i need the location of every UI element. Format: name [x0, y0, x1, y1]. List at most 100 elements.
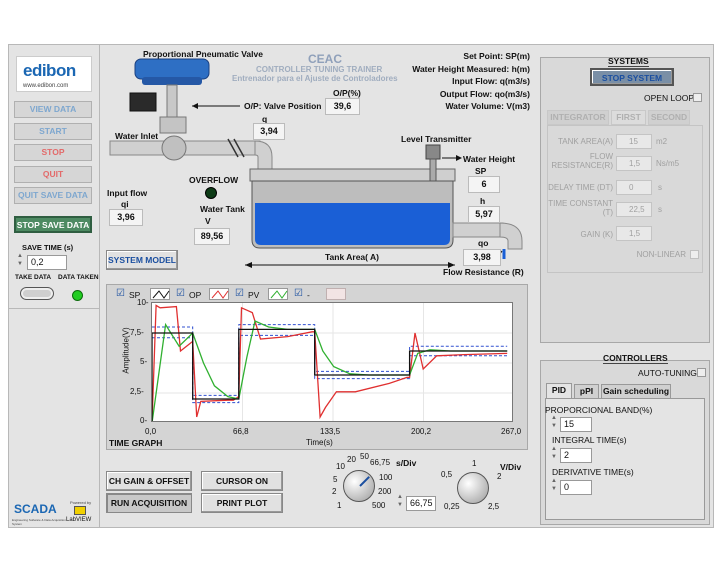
edibon-url: www.edibon.com: [23, 83, 69, 89]
vdiv-tick: 0,5: [441, 470, 453, 479]
proportional-band-spinner[interactable]: [550, 415, 560, 432]
x-tick-267: 267,0: [501, 427, 522, 436]
tab-first[interactable]: FIRST: [611, 110, 646, 125]
derivative-time-input[interactable]: 0: [560, 480, 592, 495]
valve-positioner: [129, 92, 157, 112]
open-loop-label: OPEN LOOP: [644, 93, 695, 103]
scada-subtitle: Engineering Software & Data Acquisition …: [12, 518, 66, 526]
flow-resistance-param-input[interactable]: 1,5: [616, 156, 652, 171]
time-constant-param-label: TIME CONSTANT (T): [548, 199, 613, 217]
tab-pid[interactable]: PID: [546, 383, 572, 398]
time-constant-param-unit: s: [658, 205, 662, 214]
v-label: V: [205, 216, 211, 226]
overflow-label: OVERFLOW: [189, 175, 239, 185]
water-tank-label: Water Tank: [200, 204, 245, 214]
water-inlet-label: Water Inlet: [115, 131, 159, 141]
vdiv-tick: 2: [497, 472, 502, 481]
derivative-time-spinner[interactable]: [550, 478, 560, 495]
valve-actuator-bottom: [142, 77, 202, 85]
integral-time-spinner[interactable]: [550, 446, 560, 463]
valve-body: [159, 116, 187, 134]
controllers-title: CONTROLLERS: [603, 353, 668, 364]
save-time-input[interactable]: 0,2: [27, 255, 67, 270]
integral-time-input[interactable]: 2: [560, 448, 592, 463]
sdiv-tick: 2: [332, 487, 337, 496]
sdiv-tick: 20: [347, 455, 356, 464]
sdiv-tick: 100: [379, 473, 393, 482]
sp-label: SP: [475, 166, 487, 176]
quit-save-data-button[interactable]: QUIT SAVE DATA: [14, 187, 92, 204]
proportional-band-input[interactable]: 15: [560, 417, 592, 432]
sdiv-input[interactable]: 66,75: [406, 496, 436, 511]
open-loop-checkbox[interactable]: [693, 93, 702, 102]
view-data-button[interactable]: VIEW DATA: [14, 101, 92, 118]
flow-resistance-param-unit: Ns/m5: [656, 159, 680, 168]
flow-resistance-label: Flow Resistance (R): [443, 267, 524, 277]
legend-sp-checkbox[interactable]: ☑: [116, 288, 125, 299]
y-tick-0: 0-: [140, 416, 148, 425]
sdiv-spinner[interactable]: [396, 494, 406, 511]
sdiv-knob[interactable]: [343, 470, 375, 502]
take-data-toggle[interactable]: [20, 287, 54, 300]
gain-param-input[interactable]: 1,5: [616, 226, 652, 241]
print-plot-button[interactable]: PRINT PLOT: [201, 493, 283, 513]
valve-label: Proportional Pneumatic Valve: [143, 49, 263, 59]
tank-water: [255, 203, 450, 245]
qi-value: 3,96: [109, 209, 143, 226]
ch-gain-offset-button[interactable]: CH GAIN & OFFSET: [106, 471, 192, 491]
op-valve-position-label: O/P: Valve Position: [244, 101, 322, 111]
stop-save-data-button[interactable]: STOP SAVE DATA: [14, 216, 92, 233]
tank-area-param-unit: m2: [656, 137, 668, 146]
x-tick-200-2: 200,2: [411, 427, 432, 436]
save-time-spinner[interactable]: [16, 253, 26, 270]
input-flow-label: Input flow: [107, 188, 148, 198]
tank-area-param-label: TANK AREA(A): [558, 137, 613, 146]
level-transmitter-probe: [429, 158, 437, 182]
op-pointer-head: [192, 103, 198, 109]
vdiv-tick: 0,25: [444, 502, 460, 511]
tank-area-param-input[interactable]: 15: [616, 134, 652, 149]
stop-button[interactable]: STOP: [14, 144, 92, 161]
edibon-logo-text: edibon: [23, 61, 76, 80]
integral-time-label: INTEGRAL TIME(s): [552, 435, 627, 445]
vdiv-tick: 1: [472, 459, 477, 468]
data-taken-led: [72, 290, 83, 301]
series-sp: [152, 328, 508, 421]
inlet-elbow: [254, 140, 273, 171]
delay-time-param-unit: s: [658, 183, 662, 192]
cursor-on-button[interactable]: CURSOR ON: [201, 471, 283, 491]
legend-pv-line: [270, 290, 288, 299]
y-tick-7-5: 7,5-: [130, 328, 144, 337]
op-label: O/P(%): [333, 88, 361, 98]
quit-button[interactable]: QUIT: [14, 166, 92, 183]
qi-label: qi: [121, 199, 129, 209]
tab-second[interactable]: SECOND: [648, 110, 690, 125]
flow-resistance-param-label: FLOW RESISTANCE(R): [551, 152, 613, 170]
stop-system-button[interactable]: STOP SYSTEM: [590, 68, 674, 86]
start-button[interactable]: START: [14, 123, 92, 140]
q-value: 3,94: [253, 123, 285, 140]
tab-ppi[interactable]: pPI: [574, 384, 599, 399]
overflow-led: [205, 187, 217, 199]
delay-time-param-input[interactable]: 0: [616, 180, 652, 195]
sdiv-tick: 5: [333, 475, 338, 484]
system-model-button[interactable]: SYSTEM MODEL: [106, 250, 178, 270]
qo-label: qo: [478, 238, 489, 248]
non-linear-checkbox[interactable]: [690, 250, 699, 259]
run-acquisition-button[interactable]: RUN ACQUISITION: [106, 493, 192, 513]
x-tick-66-8: 66,8: [233, 427, 249, 436]
vdiv-knob[interactable]: [457, 472, 489, 504]
tab-gain-scheduling[interactable]: Gain scheduling: [601, 384, 671, 399]
tab-integrator[interactable]: INTEGRATOR: [547, 110, 609, 125]
data-taken-label: DATA TAKEN: [58, 274, 99, 281]
auto-tuning-checkbox[interactable]: [697, 368, 706, 377]
outlet-pipe: [452, 222, 504, 238]
auto-tuning-label: AUTO-TUNING: [638, 368, 697, 378]
tank-area-label: Tank Area( A): [325, 252, 380, 262]
v-value: 89,56: [194, 228, 230, 245]
time-graph-plot[interactable]: [151, 302, 513, 422]
time-constant-param-input[interactable]: 22,5: [616, 202, 652, 217]
non-linear-label: NON-LINEAR: [636, 250, 686, 259]
labview-powered: Powered by: [70, 500, 92, 505]
proportional-band-label: PROPORCIONAL BAND(%): [545, 405, 653, 415]
